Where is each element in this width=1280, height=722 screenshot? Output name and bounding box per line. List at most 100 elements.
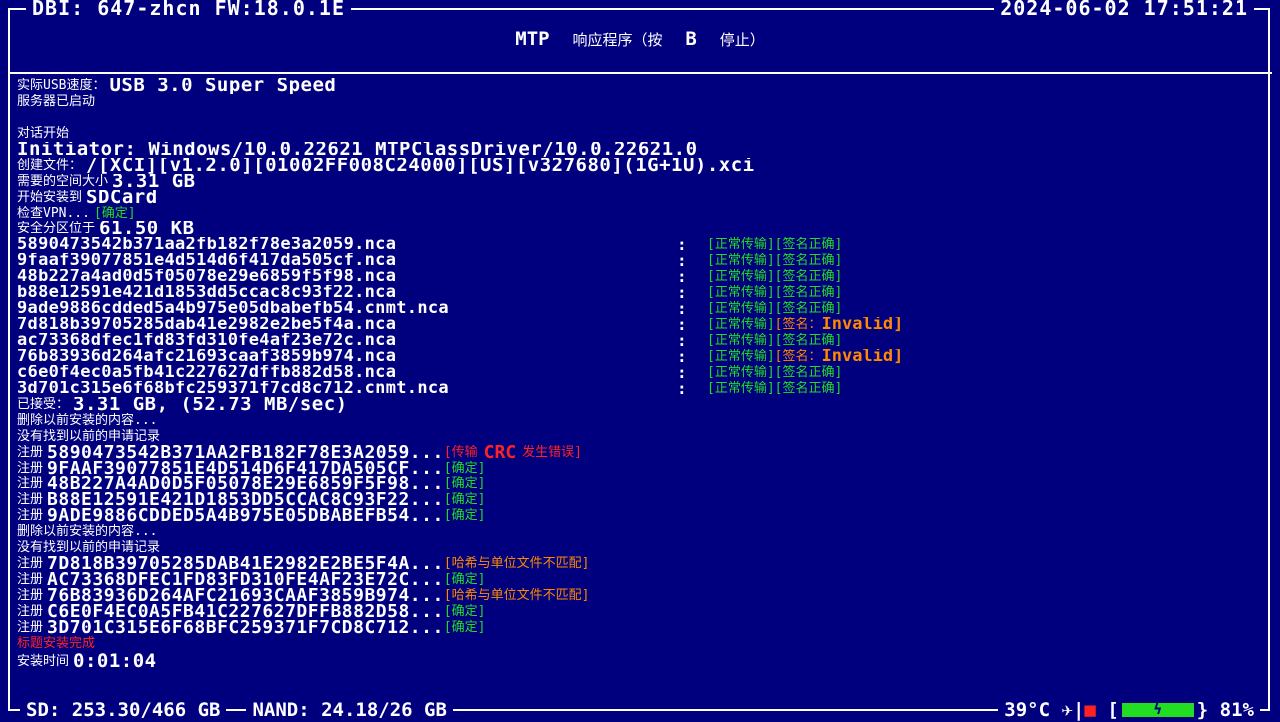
nca-row: 3d701c315e6f68bfc259371f7cd8c712.cnmt.nc…	[17, 381, 1267, 397]
register-row: 注册 48B227A4AD0D5F05078E29E6859F5F98... [确定…	[17, 476, 1267, 492]
nca-row: c6e0f4ec0a5fb41c227627dffb882d58.nca: [正常…	[17, 365, 1267, 381]
register-row: 注册 9ADE9886CDDED5A4B975E05DBABEFB54... [确定…	[17, 508, 1267, 524]
no-prev-line-1: 没有找到以前的申请记录	[17, 429, 1267, 445]
vpn-status: [确定]	[93, 205, 136, 221]
usb-speed-label: 实际USB速度：	[17, 78, 106, 93]
transfer-status: [正常传输]	[707, 317, 775, 333]
nca-row: 9faaf39077851e4d514d6f417da505cf.nca: [正常…	[17, 253, 1267, 269]
nca-filename: 9faaf39077851e4d514d6f417da505cf.nca	[17, 253, 397, 270]
transfer-status: [正常传输]	[707, 269, 775, 285]
register-status: [确定]	[443, 508, 486, 524]
install-time-label: 安装时间	[17, 653, 70, 669]
transfer-status: [正常传输]	[707, 301, 775, 317]
session-start-line: 对话开始	[17, 126, 1267, 142]
datetime: 2024-06-02 17:51:21	[994, 0, 1254, 20]
register-label: 注册	[17, 619, 44, 635]
create-file-value: /[XCI][v1.2.0][01002FF008C24000][US][v32…	[86, 157, 755, 174]
install-log: 实际USB速度： USB 3.0 Super Speed 服务器已启动 对话开始…	[17, 78, 1267, 678]
nca-filename: 7d818b39705285dab41e2982e2be5f4a.nca	[17, 317, 397, 333]
separator: :	[677, 269, 687, 286]
vpn-label: 检查VPN...	[17, 205, 90, 221]
signature-status: [签名正确]	[774, 380, 843, 396]
lock-icon: ■	[1084, 699, 1096, 721]
nca-row: 76b83936d264afc21693caaf3859b974.nca: [正常…	[17, 349, 1267, 365]
register-status: [确定]	[443, 492, 486, 508]
battery-icon: ϟ	[1121, 703, 1194, 717]
register-label: 注册	[17, 476, 44, 492]
signature-status: [签名：	[774, 317, 822, 333]
nand-usage: NAND: 24.18/26 GB	[246, 699, 453, 721]
separator: :	[677, 285, 687, 302]
title-msg-a: 响应程序（按	[572, 31, 663, 49]
register-list-1: 注册 5890473542B371AA2FB182F78E3A2059... [传输…	[17, 445, 1267, 525]
app-version: DBI: 647-zhcn FW:18.0.1E	[26, 0, 351, 20]
register-status: [确定]	[443, 603, 486, 619]
delete-prev-text: 删除以前安装的内容...	[17, 524, 158, 540]
space-line: 需要的空间大小 3.31 GB	[17, 174, 1267, 190]
install-time-value: 0:01:04	[73, 651, 157, 672]
header-divider	[8, 72, 1272, 74]
nca-filename: 5890473542b371aa2fb182f78e3a2059.nca	[17, 237, 397, 254]
nca-filename: ac73368dfec1fd83fd310fe4af23e72c.nca	[17, 333, 397, 349]
received-line: 已接受： 3.31 GB, (52.73 MB/sec)	[17, 397, 1267, 413]
register-status: [确定]	[443, 572, 486, 588]
delete-prev-line-1: 删除以前安装的内容...	[17, 413, 1267, 429]
register-id: 7D818B39705285DAB41E2982E2BE5F4A...	[47, 556, 444, 573]
vpn-line: 检查VPN... [确定]	[17, 206, 1267, 222]
separator: :	[677, 301, 687, 318]
safe-partition-line: 安全分区位于 61.50 KB	[17, 221, 1267, 237]
delete-prev-text: 删除以前安装的内容...	[17, 412, 158, 428]
separator: :	[677, 333, 687, 349]
signature-status: [签名：	[774, 348, 822, 364]
usb-speed-line: 实际USB速度： USB 3.0 Super Speed	[17, 78, 1267, 94]
signature-invalid: Invalid]	[821, 317, 904, 333]
crc-label: CRC	[483, 444, 517, 461]
signature-invalid: Invalid]	[821, 348, 904, 365]
register-id: 76B83936D264AFC21693CAAF3859B974...	[47, 588, 444, 604]
register-row: 注册 C6E0F4EC0A5FB41C227627DFFB882D58... [确定…	[17, 604, 1267, 620]
separator: :	[677, 348, 687, 365]
register-row: 注册 5890473542B371AA2FB182F78E3A2059... [传输…	[17, 445, 1267, 461]
sd-usage: SD: 253.30/466 GB	[20, 699, 227, 721]
register-label: 注册	[17, 444, 44, 460]
delete-prev-line-2: 删除以前安装的内容...	[17, 524, 1267, 540]
separator: :	[677, 253, 687, 270]
nca-row: 48b227a4ad0d5f05078e29e6859f5f98.nca: [正常…	[17, 269, 1267, 285]
page-title: MTP 响应程序（按 B 停止）	[0, 28, 1280, 50]
transfer-status: [正常传输]	[707, 237, 775, 253]
safe-value: 61.50 KB	[99, 221, 195, 238]
transfer-status: [正常传输]	[707, 285, 775, 301]
airplane-icon: ✈	[1061, 699, 1073, 721]
register-id: 48B227A4AD0D5F05078E29E6859F5F98...	[47, 476, 444, 493]
signature-status: [签名正确]	[774, 253, 843, 269]
register-row: 注册 7D818B39705285DAB41E2982E2BE5F4A... [哈希…	[17, 556, 1267, 572]
title-msg-b: 停止）	[719, 31, 765, 49]
system-indicators: 39°C ✈|■ [ ϟ } 81%	[998, 699, 1260, 721]
signature-status: [签名正确]	[774, 301, 843, 317]
stop-key[interactable]: B	[685, 28, 696, 50]
register-row: 注册 76B83936D264AFC21693CAAF3859B974... [哈希…	[17, 588, 1267, 604]
create-file-line: 创建文件： /[XCI][v1.2.0][01002FF008C24000][U…	[17, 158, 1267, 174]
register-status: [传输	[443, 444, 478, 460]
register-list-2: 注册 7D818B39705285DAB41E2982E2BE5F4A... [哈希…	[17, 556, 1267, 636]
nca-filename: 76b83936d264afc21693caaf3859b974.nca	[17, 348, 397, 365]
received-value: 3.31 GB, (52.73 MB/sec)	[73, 396, 348, 413]
nca-filename: 48b227a4ad0d5f05078e29e6859f5f98.nca	[17, 269, 397, 286]
register-id: B88E12591E421D1853DD5CCAC8C93F22...	[47, 492, 444, 509]
signature-status: [签名正确]	[774, 285, 843, 301]
register-id: C6E0F4EC0A5FB41C227627DFFB882D58...	[47, 603, 444, 620]
register-label: 注册	[17, 588, 44, 603]
register-status-tail: 发生错误]	[522, 444, 582, 460]
register-status: [确定]	[443, 619, 486, 635]
install-done-text: 标题安装完成	[17, 635, 96, 651]
no-prev-text: 没有找到以前的申请记录	[17, 540, 161, 556]
temperature: 39°C	[1004, 699, 1051, 721]
register-id: 9ADE9886CDDED5A4B975E05DBABEFB54...	[47, 508, 444, 525]
bottom-status-bar: SD: 253.30/466 GB NAND: 24.18/26 GB 39°C…	[20, 698, 1260, 722]
signature-status: [签名正确]	[774, 269, 843, 285]
create-file-label: 创建文件：	[17, 157, 83, 173]
register-label: 注册	[17, 460, 44, 476]
battery-open: [	[1107, 699, 1119, 721]
battery-percent: 81%	[1219, 699, 1254, 721]
